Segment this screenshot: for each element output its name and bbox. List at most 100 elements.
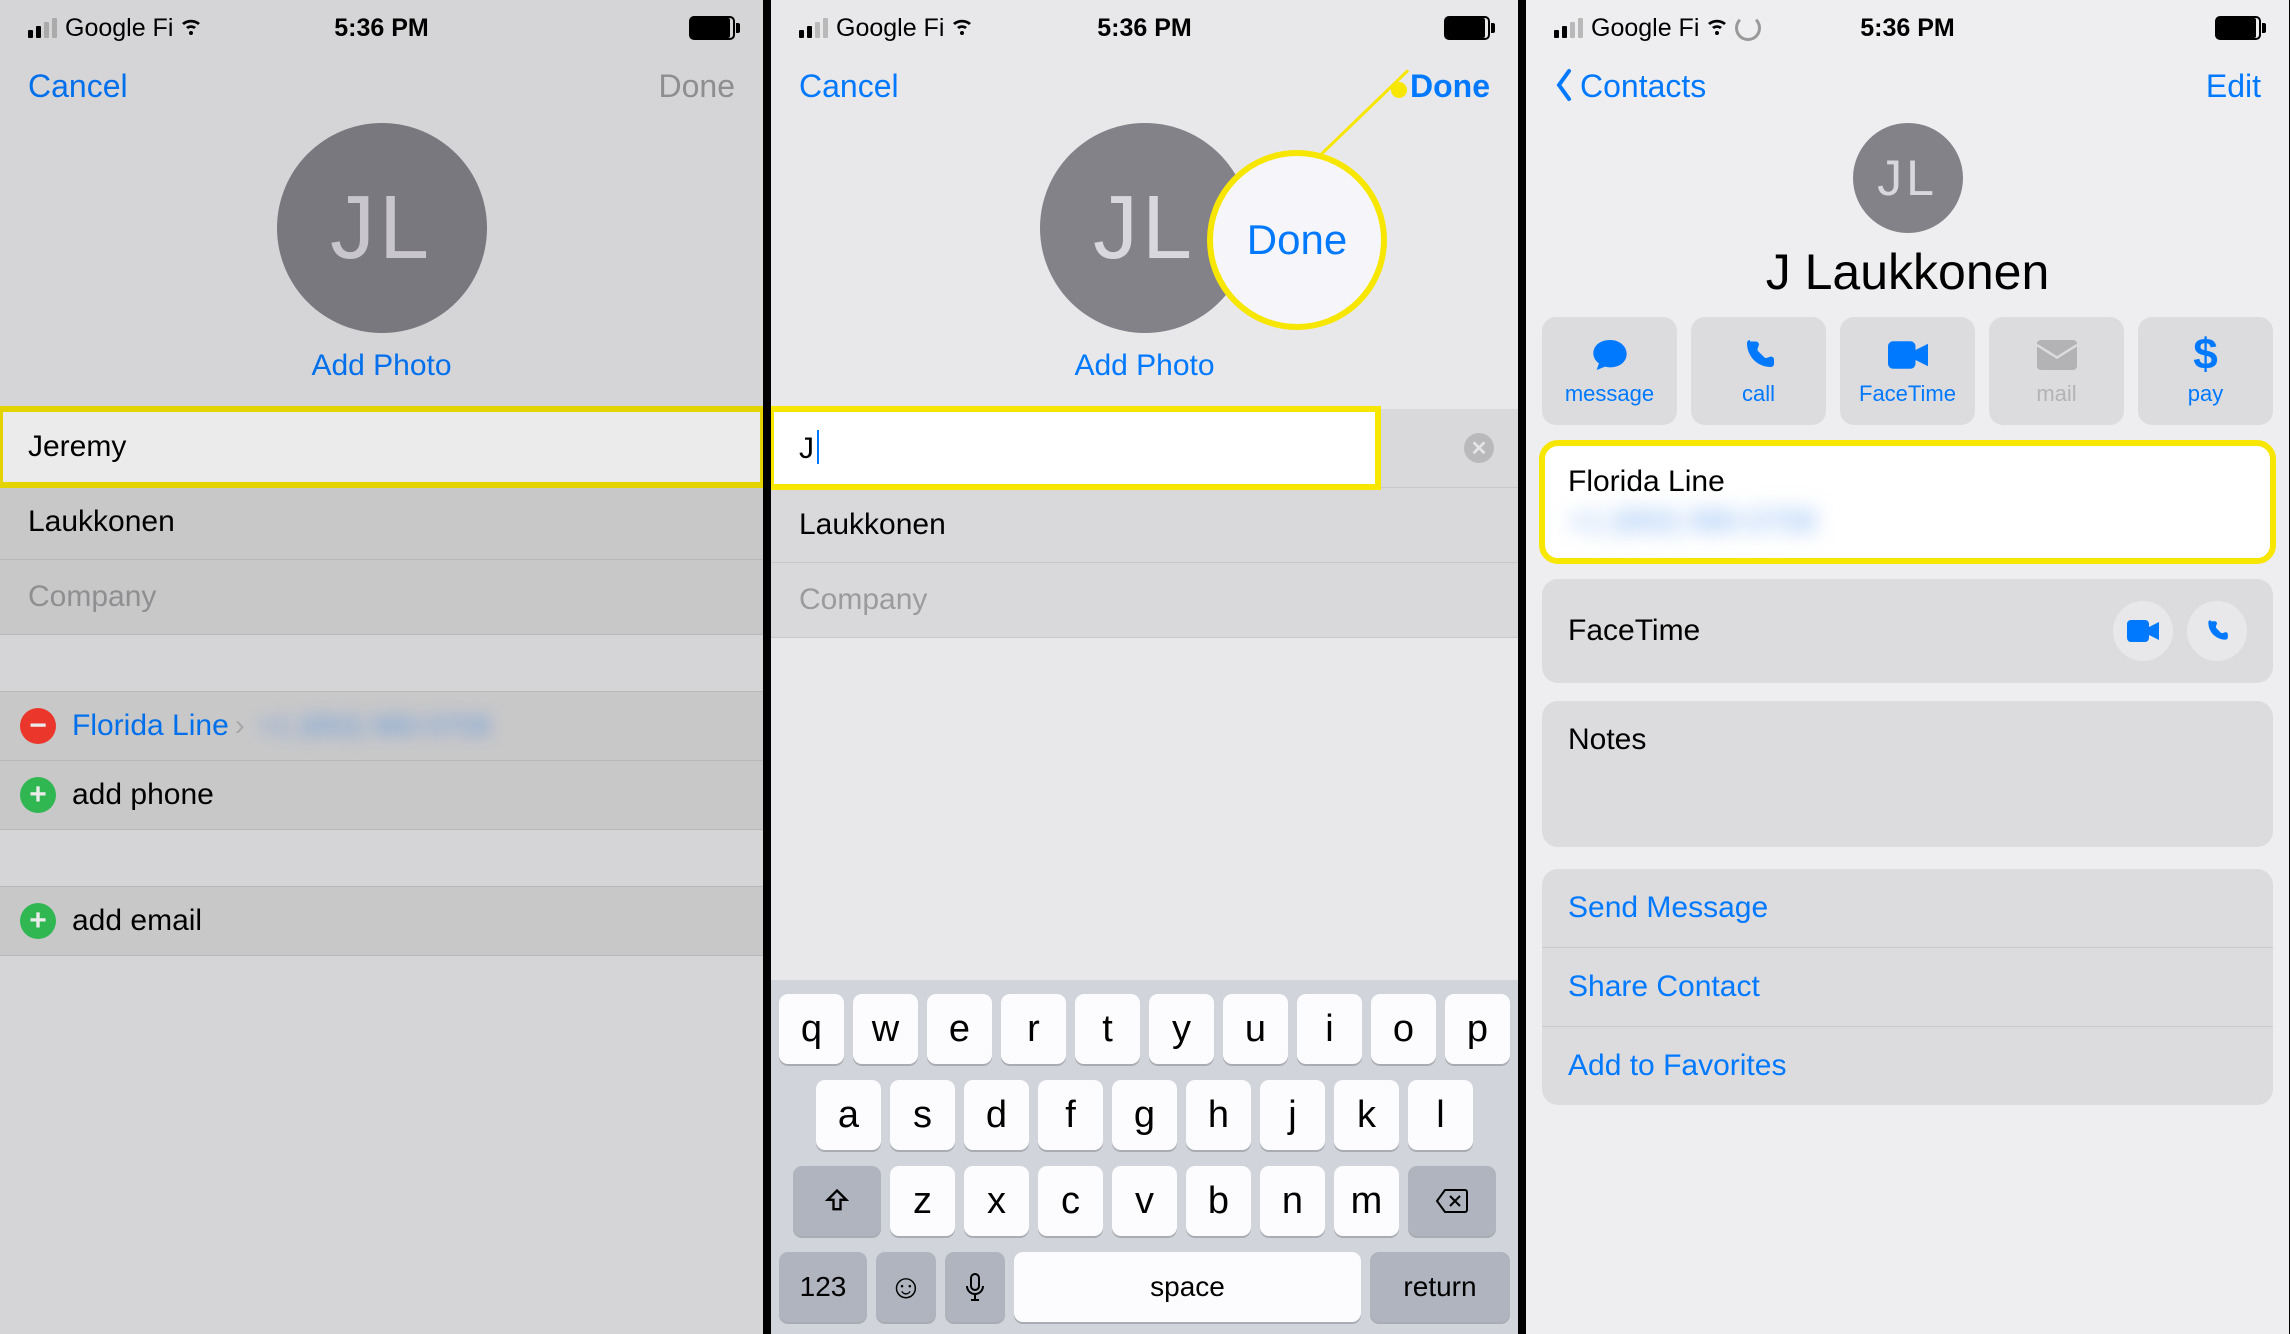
key-p[interactable]: p [1445,994,1510,1064]
phone-card-florida[interactable]: Florida Line +1 (850) 980-0708 [1542,443,2273,561]
done-callout-circle: Done [1207,150,1387,330]
facetime-video-button[interactable] [2113,601,2173,661]
call-icon [1741,335,1777,375]
pay-icon: $ [2193,335,2217,375]
dictation-key[interactable] [945,1252,1005,1322]
action-mail: mail [1989,317,2124,425]
space-key[interactable]: space [1014,1252,1361,1322]
key-w[interactable]: w [853,994,918,1064]
nav-bar: Cancel Done [0,46,763,115]
key-y[interactable]: y [1149,994,1214,1064]
cancel-button[interactable]: Cancel [28,68,128,105]
nav-bar: Contacts Edit [1526,46,2289,115]
wifi-icon [179,13,203,43]
battery-icon [1444,16,1490,40]
key-f[interactable]: f [1038,1080,1103,1150]
action-call[interactable]: call [1691,317,1826,425]
wifi-icon [1705,13,1729,43]
emoji-key[interactable]: ☺ [876,1252,936,1322]
phone-label: Florida Line [1568,465,2247,499]
status-bar: Google Fi 5:36 PM [1526,0,2289,46]
link-share-contact[interactable]: Share Contact [1542,948,2273,1027]
company-field[interactable]: Company [771,563,1518,638]
panel-edit-contact-1: Google Fi 5:36 PM Cancel Done JL Add Pho… [0,0,763,1334]
numbers-key[interactable]: 123 [779,1252,867,1322]
phone-number-blurred: +1 (850) 980-0708 [259,710,490,742]
wifi-icon [950,13,974,43]
key-g[interactable]: g [1112,1080,1177,1150]
panel-edit-contact-2: Google Fi 5:36 PM Cancel Done Done JL Ad… [763,0,1526,1334]
mail-icon [2037,335,2077,375]
shift-key[interactable] [793,1166,881,1236]
avatar-initials: JL [1853,123,1963,233]
key-n[interactable]: n [1260,1166,1325,1236]
battery-icon [2215,16,2261,40]
panel-contact-view: Google Fi 5:36 PM Contacts Edit JL J Lau… [1526,0,2289,1334]
avatar-initials[interactable]: JL [277,123,487,333]
key-c[interactable]: c [1038,1166,1103,1236]
cancel-button[interactable]: Cancel [799,68,899,105]
clock: 5:36 PM [334,14,428,43]
add-photo-button[interactable]: Add Photo [1074,349,1214,383]
key-b[interactable]: b [1186,1166,1251,1236]
add-icon: + [20,903,56,939]
key-d[interactable]: d [964,1080,1029,1150]
add-icon: + [20,777,56,813]
edit-button[interactable]: Edit [2206,68,2261,105]
key-l[interactable]: l [1408,1080,1473,1150]
link-add-to-favorites[interactable]: Add to Favorites [1542,1027,2273,1105]
key-v[interactable]: v [1112,1166,1177,1236]
clock: 5:36 PM [1097,14,1191,43]
add-email-button[interactable]: + add email [0,886,763,956]
key-a[interactable]: a [816,1080,881,1150]
carrier-label: Google Fi [836,14,944,43]
key-e[interactable]: e [927,994,992,1064]
last-name-field[interactable]: Laukkonen [0,485,763,560]
company-field[interactable]: Company [0,560,763,635]
status-bar: Google Fi 5:36 PM [0,0,763,46]
loading-spinner-icon [1735,15,1761,41]
delete-key[interactable] [1408,1166,1496,1236]
action-message[interactable]: message [1542,317,1677,425]
signal-icon [799,18,828,38]
last-name-field[interactable]: Laukkonen [771,487,1518,563]
key-u[interactable]: u [1223,994,1288,1064]
return-key[interactable]: return [1370,1252,1510,1322]
key-h[interactable]: h [1186,1080,1251,1150]
first-name-field[interactable]: Jeremy [0,409,763,485]
key-j[interactable]: j [1260,1080,1325,1150]
clear-text-icon[interactable]: ✕ [1464,433,1494,463]
done-button[interactable]: Done [1410,68,1490,105]
action-pay[interactable]: $pay [2138,317,2273,425]
key-x[interactable]: x [964,1166,1029,1236]
key-i[interactable]: i [1297,994,1362,1064]
signal-icon [1554,18,1583,38]
back-contacts-button[interactable]: Contacts [1554,68,1706,105]
action-FaceTime[interactable]: FaceTime [1840,317,1975,425]
chevron-right-icon: › [235,709,245,743]
phone-row-florida[interactable]: − Florida Line › +1 (850) 980-0708 [0,691,763,761]
link-send-message[interactable]: Send Message [1542,869,2273,948]
battery-icon [689,16,735,40]
key-m[interactable]: m [1334,1166,1399,1236]
key-z[interactable]: z [890,1166,955,1236]
status-bar: Google Fi 5:36 PM [771,0,1518,46]
first-name-field[interactable]: J [771,409,1378,487]
carrier-label: Google Fi [1591,14,1699,43]
add-phone-button[interactable]: + add phone [0,761,763,830]
add-photo-button[interactable]: Add Photo [311,349,451,383]
facetime-audio-button[interactable] [2187,601,2247,661]
action-links: Send MessageShare ContactAdd to Favorite… [1542,869,2273,1105]
carrier-label: Google Fi [65,14,173,43]
message-icon [1590,335,1630,375]
key-t[interactable]: t [1075,994,1140,1064]
key-q[interactable]: q [779,994,844,1064]
notes-card[interactable]: Notes [1542,701,2273,847]
key-r[interactable]: r [1001,994,1066,1064]
delete-icon[interactable]: − [20,708,56,744]
clock: 5:36 PM [1860,14,1954,43]
done-button-disabled: Done [659,68,736,105]
key-s[interactable]: s [890,1080,955,1150]
key-o[interactable]: o [1371,994,1436,1064]
key-k[interactable]: k [1334,1080,1399,1150]
